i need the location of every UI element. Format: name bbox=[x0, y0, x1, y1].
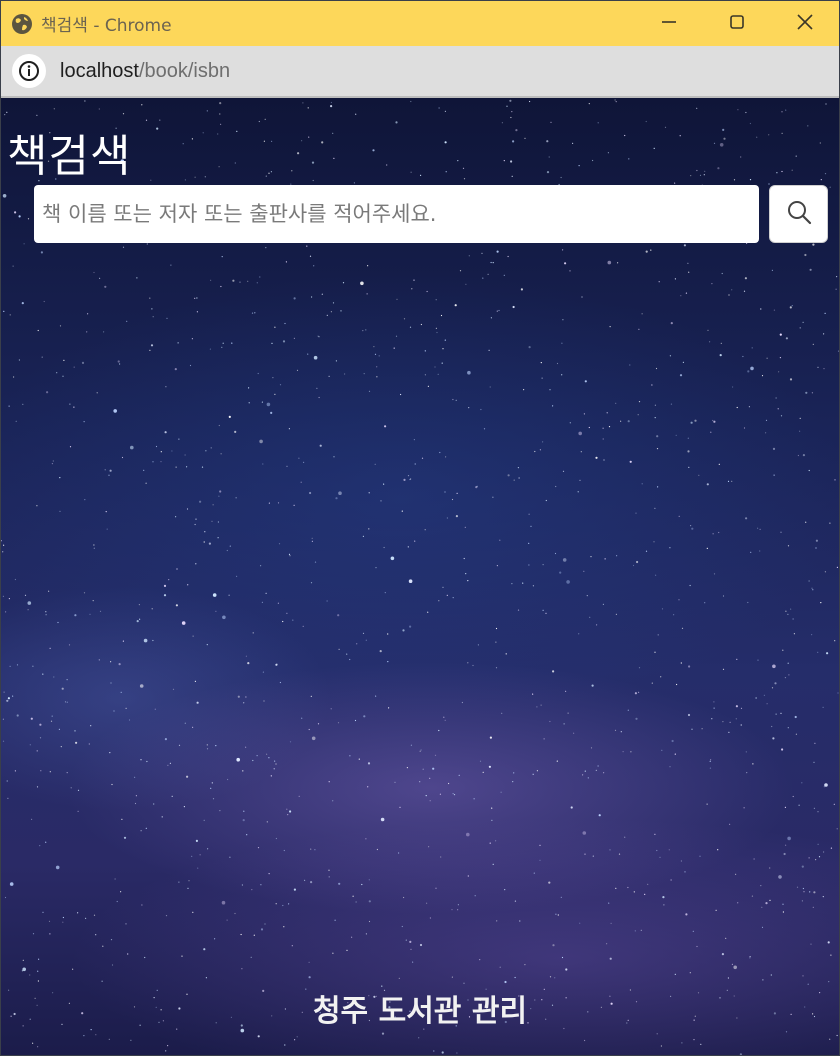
url-path: /book/isbn bbox=[138, 59, 231, 82]
maximize-button[interactable] bbox=[703, 1, 771, 46]
title-bar: 책검색 - Chrome bbox=[1, 1, 839, 46]
window-controls bbox=[635, 1, 839, 46]
search-input[interactable] bbox=[34, 185, 759, 243]
page-content: 책검색 청주 도서관 관리 bbox=[1, 98, 839, 1055]
window-title: 책검색 - Chrome bbox=[41, 16, 172, 36]
minimize-button[interactable] bbox=[635, 1, 703, 46]
minimize-icon bbox=[661, 14, 677, 34]
url-text[interactable]: localhost/book/isbn bbox=[60, 60, 230, 83]
search-icon bbox=[786, 199, 812, 229]
page-title: 책검색 bbox=[7, 131, 132, 183]
search-button[interactable] bbox=[769, 185, 828, 243]
maximize-icon bbox=[729, 14, 745, 34]
address-bar[interactable]: localhost/book/isbn bbox=[1, 46, 839, 98]
globe-icon bbox=[11, 13, 33, 35]
close-button[interactable] bbox=[771, 1, 839, 46]
footer-title: 청주 도서관 관리 bbox=[312, 994, 528, 1029]
info-icon[interactable] bbox=[12, 54, 46, 88]
browser-window: 책검색 - Chrome localhost/book/isbn 책검색 책 이… bbox=[0, 0, 840, 1056]
close-icon bbox=[797, 13, 813, 34]
url-host: localhost bbox=[60, 59, 139, 82]
